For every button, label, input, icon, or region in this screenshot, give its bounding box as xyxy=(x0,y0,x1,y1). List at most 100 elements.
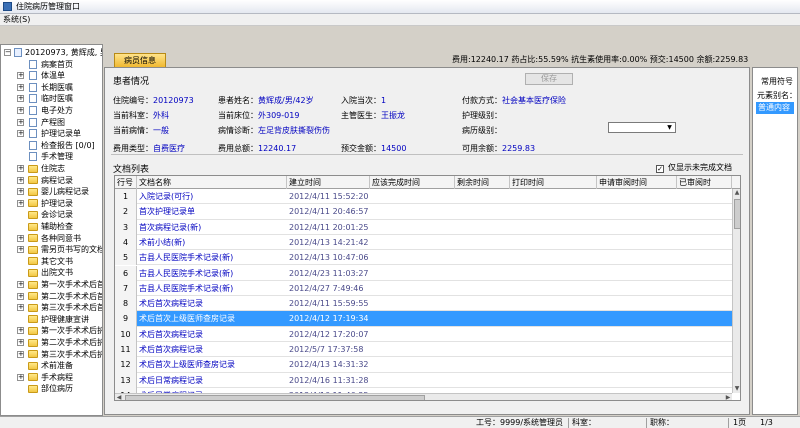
column-header[interactable]: 建立时间 xyxy=(287,176,370,189)
table-row[interactable]: 4 术前小结(新) 2012/4/13 14:21:42 xyxy=(115,234,732,251)
tree-item[interactable]: + 护理记录单 xyxy=(1,128,102,140)
scroll-left-icon[interactable]: ◀ xyxy=(115,394,123,400)
document-name[interactable]: 术后首次上级医师查房记录 xyxy=(137,357,287,372)
table-row[interactable]: 10 术后首次病程记录 2012/4/12 17:20:07 xyxy=(115,326,732,342)
document-name[interactable]: 古县人民医院手术记录(新) xyxy=(137,250,287,265)
tree-item[interactable]: + 病程记录 xyxy=(1,175,102,187)
tree-item[interactable]: + 护理记录 xyxy=(1,198,102,210)
tree-item[interactable]: + 临时医嘱 xyxy=(1,93,102,105)
expand-icon[interactable]: + xyxy=(17,72,24,80)
column-header[interactable]: 应该完成时间 xyxy=(370,176,455,189)
tree-item[interactable]: 术前准备 xyxy=(1,360,102,372)
tree-item[interactable]: 检查报告 [0/0] xyxy=(1,140,102,152)
scroll-thumb[interactable] xyxy=(734,199,740,229)
table-row[interactable]: 3 首次病程记录(新) 2012/4/11 20:01:25 xyxy=(115,219,732,235)
tree-item[interactable]: + 体温单 xyxy=(1,70,102,82)
document-name[interactable]: 首次护理记录单 xyxy=(137,204,287,219)
tree-item[interactable]: 会诊记录 xyxy=(1,209,102,221)
document-name[interactable]: 古县人民医院手术记录(新) xyxy=(137,281,287,296)
tree-item[interactable]: + 各种同意书 xyxy=(1,233,102,245)
expand-icon[interactable]: + xyxy=(17,188,24,196)
expand-icon[interactable]: + xyxy=(17,281,24,288)
tree-item[interactable]: 护理健康宣讲 xyxy=(1,314,102,326)
expand-icon[interactable]: + xyxy=(17,95,24,103)
document-name[interactable]: 入院记录(可行) xyxy=(137,189,287,204)
document-name[interactable]: 术后日常病程记录 xyxy=(137,373,287,388)
expand-icon[interactable]: + xyxy=(17,165,24,172)
expand-icon[interactable]: + xyxy=(17,339,24,346)
horizontal-scrollbar[interactable]: ◀ ▶ xyxy=(115,393,732,400)
expand-icon[interactable]: + xyxy=(17,304,24,312)
expand-icon[interactable]: + xyxy=(17,234,24,242)
document-name[interactable]: 术后首次病程记录 xyxy=(137,342,287,357)
expand-icon[interactable]: + xyxy=(17,118,24,126)
tree-root-patient[interactable]: − 20120973, 黄辉成, 男, 外 xyxy=(1,47,102,59)
tree-item[interactable]: + 产程图 xyxy=(1,117,102,129)
expand-icon[interactable]: + xyxy=(17,350,24,358)
table-row[interactable]: 13 术后日常病程记录 2012/4/16 11:31:28 xyxy=(115,372,732,388)
column-header[interactable]: 剩余时间 xyxy=(455,176,510,189)
document-name[interactable]: 术前小结(新) xyxy=(137,235,287,250)
tree-item[interactable]: + 婴儿病程记录 xyxy=(1,186,102,198)
tree-item[interactable]: + 第二次手术术后护理 xyxy=(1,337,102,349)
expand-icon[interactable]: + xyxy=(17,246,24,254)
record-tree[interactable]: − 20120973, 黄辉成, 男, 外病案首页 + 体温单 + 长期医嘱 + 临时医嘱 + 电… xyxy=(0,44,103,416)
column-header[interactable]: 行号 xyxy=(115,176,137,189)
collapse-icon[interactable]: − xyxy=(4,49,11,56)
table-row[interactable]: 12 术后首次上级医师查房记录 2012/4/13 14:31:32 xyxy=(115,357,732,373)
table-row[interactable]: 5 古县人民医院手术记录(新) 2012/4/13 10:47:06 xyxy=(115,250,732,266)
expand-icon[interactable]: + xyxy=(17,107,24,114)
show-unfinished-checkbox[interactable]: ✓ 仅显示未完成文档 xyxy=(656,162,732,173)
document-name[interactable]: 首次病程记录(新) xyxy=(137,220,287,235)
table-row[interactable]: 8 术后首次病程记录 2012/4/11 15:59:55 xyxy=(115,296,732,312)
menu-system[interactable]: 系统(S) xyxy=(3,15,30,24)
table-row[interactable]: 6 古县人民医院手术记录(新) 2012/4/23 11:03:27 xyxy=(115,265,732,281)
symbol-item-selected[interactable]: 普通内容 xyxy=(756,102,794,114)
expand-icon[interactable]: + xyxy=(17,373,24,381)
tree-item[interactable]: 病案首页 xyxy=(1,59,102,71)
record-level-select[interactable]: ▼ xyxy=(608,122,676,133)
expand-icon[interactable]: + xyxy=(17,327,24,335)
document-name[interactable]: 术后首次病程记录 xyxy=(137,296,287,311)
tree-item[interactable]: + 电子处方 xyxy=(1,105,102,117)
column-header[interactable]: 已审阅时 xyxy=(677,176,732,189)
tree-item[interactable]: + 第三次手术术后首次 xyxy=(1,302,102,314)
table-row[interactable]: 2 首次护理记录单 2012/4/11 20:46:57 xyxy=(115,204,732,220)
tree-item[interactable]: + 第一次手术术后护理 xyxy=(1,325,102,337)
tree-item[interactable]: 手术管理 xyxy=(1,151,102,163)
document-name[interactable]: 古县人民医院手术记录(新) xyxy=(137,266,287,281)
column-header[interactable]: 申请审阅时间 xyxy=(597,176,677,189)
tree-item[interactable]: 出院文书 xyxy=(1,267,102,279)
tree-item[interactable]: + 住院志 xyxy=(1,163,102,175)
expand-icon[interactable]: + xyxy=(17,176,24,184)
document-name[interactable]: 术后首次上级医师查房记录 xyxy=(137,311,287,326)
tree-item[interactable]: + 第三次手术术后护理 xyxy=(1,349,102,361)
table-row[interactable]: 11 术后首次病程记录 2012/5/7 17:37:58 xyxy=(115,342,732,358)
scroll-right-icon[interactable]: ▶ xyxy=(724,394,732,400)
table-row[interactable]: 9 术后首次上级医师查房记录 2012/4/12 17:19:34 xyxy=(115,311,732,327)
tree-item[interactable]: 其它文书 xyxy=(1,256,102,268)
expand-icon[interactable]: + xyxy=(17,199,24,207)
tree-item[interactable]: + 第二次手术术后首次 xyxy=(1,291,102,303)
table-row[interactable]: 1 入院记录(可行) 2012/4/11 15:52:20 xyxy=(115,189,732,205)
document-name[interactable]: 术后首次病程记录 xyxy=(137,327,287,342)
table-row[interactable]: 7 古县人民医院手术记录(新) 2012/4/27 7:49:46 xyxy=(115,280,732,297)
scroll-down-icon[interactable]: ▼ xyxy=(733,385,740,393)
tree-item[interactable]: 辅助检查 xyxy=(1,221,102,233)
tree-item[interactable]: + 第一次手术术后首次 xyxy=(1,279,102,291)
chevron-down-icon: ▼ xyxy=(667,124,672,131)
vertical-scrollbar[interactable]: ▲ ▼ xyxy=(732,189,740,393)
expand-icon[interactable]: + xyxy=(17,130,24,138)
tree-item[interactable]: 部位病历 xyxy=(1,383,102,395)
expand-icon[interactable]: + xyxy=(17,83,24,91)
column-header[interactable]: 打印时间 xyxy=(510,176,597,189)
tree-item[interactable]: + 手术病程 xyxy=(1,372,102,384)
save-button[interactable]: 保存 xyxy=(525,73,573,85)
tab-patient-info[interactable]: 病员信息 xyxy=(114,53,166,67)
scroll-thumb[interactable] xyxy=(125,395,425,400)
tree-item[interactable]: + 需另页书写的文档 xyxy=(1,244,102,256)
scroll-up-icon[interactable]: ▲ xyxy=(733,189,740,197)
expand-icon[interactable]: + xyxy=(17,292,24,300)
column-header[interactable]: 文档名称 xyxy=(137,176,287,189)
tree-item[interactable]: + 长期医嘱 xyxy=(1,82,102,94)
